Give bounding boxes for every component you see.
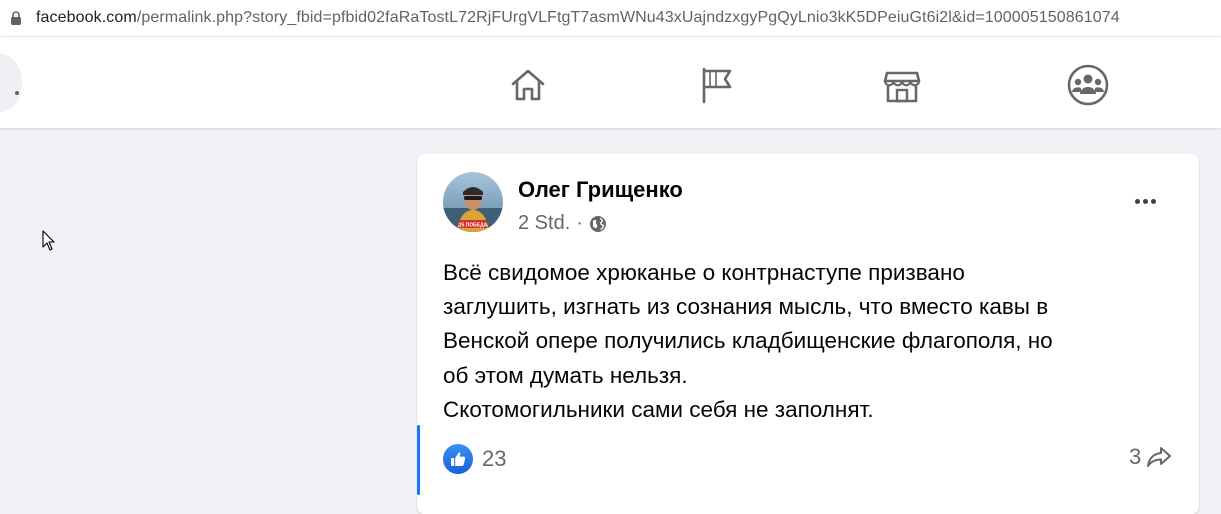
top-navigation [0, 37, 1221, 128]
reactions-summary[interactable]: 23 [443, 444, 506, 474]
dot-1 [1134, 198, 1140, 204]
url-text[interactable]: facebook.com/permalink.php?story_fbid=pf… [36, 9, 1120, 27]
author-avatar[interactable]: 25 ПОБЕДА [443, 172, 503, 232]
author-name[interactable]: Олег Грищенко [518, 177, 683, 203]
shares-summary[interactable]: 3 [1129, 444, 1172, 470]
like-reaction-icon [443, 444, 473, 474]
meta-separator: · [576, 212, 583, 234]
back-button-dot [15, 91, 19, 95]
home-icon[interactable] [506, 63, 550, 107]
globe-icon[interactable] [589, 215, 607, 233]
share-icon [1146, 445, 1172, 469]
avatar-badge-text: 25 ПОБЕДА [459, 223, 488, 229]
address-bar[interactable]: facebook.com/permalink.php?story_fbid=pf… [0, 0, 1221, 37]
dot-3 [1150, 198, 1156, 204]
dot-2 [1142, 198, 1148, 204]
post-timestamp[interactable]: 2 Std. [518, 212, 570, 235]
back-button[interactable] [0, 54, 22, 112]
more-options-button[interactable] [1127, 187, 1163, 215]
mouse-cursor-icon [42, 230, 56, 257]
groups-icon[interactable] [1066, 63, 1110, 107]
reaction-count: 23 [482, 446, 507, 471]
url-domain: facebook.com [36, 9, 137, 26]
post-meta: 2 Std. · [518, 212, 607, 235]
post-body-text: Всё свидомое хрюканье о контрнаступе при… [443, 260, 1053, 422]
marketplace-store-icon[interactable] [880, 63, 924, 107]
lock-icon[interactable] [6, 8, 26, 28]
pages-flag-icon[interactable] [694, 63, 738, 107]
post-card: 25 ПОБЕДА Олег Грищенко 2 Std. · Всё сви… [417, 154, 1199, 514]
url-path: /permalink.php?story_fbid=pfbid02faRaTos… [136, 9, 1120, 26]
focus-accent-bar [417, 425, 420, 495]
share-count: 3 [1129, 444, 1142, 469]
